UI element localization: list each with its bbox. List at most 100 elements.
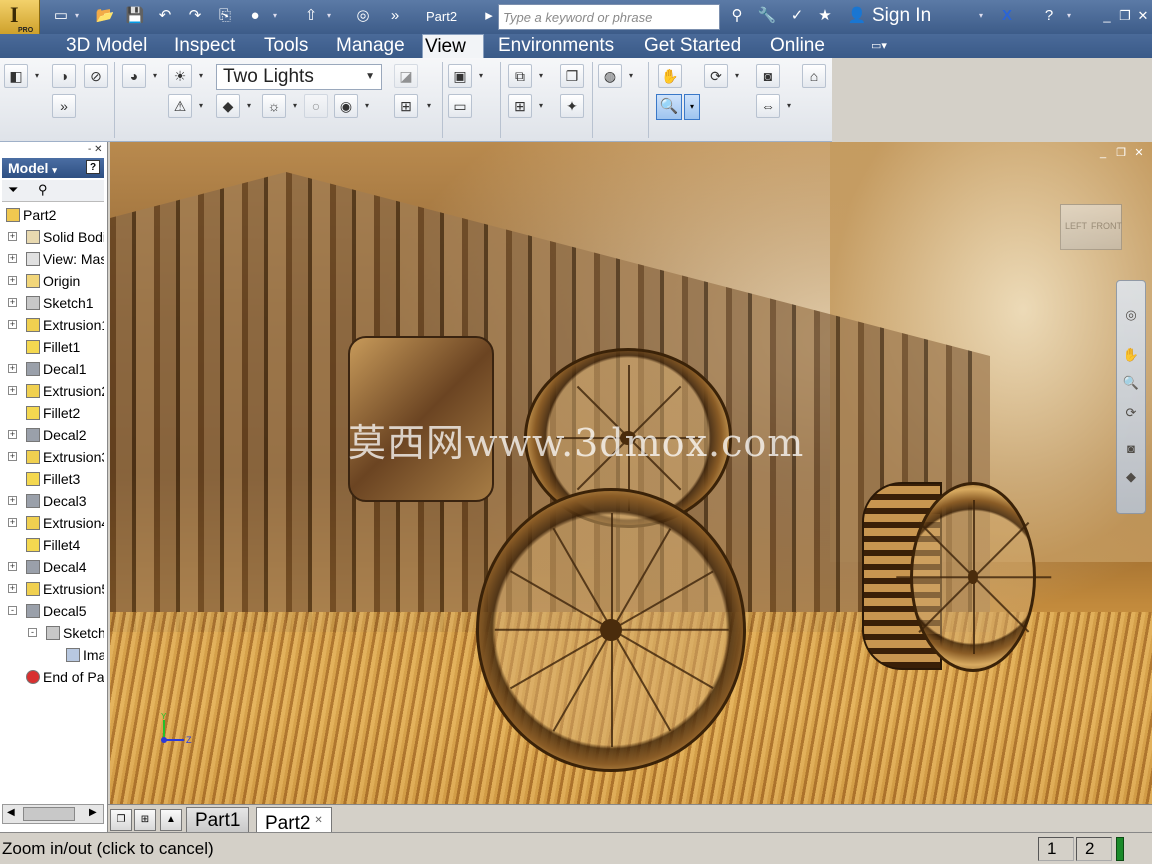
ribbon-minimize-icon[interactable]: ▭▾ [868, 36, 890, 56]
zoom-all-dropdown-icon[interactable]: ▾ [784, 94, 794, 118]
shadows-icon[interactable]: ☀ [168, 64, 192, 88]
expand-icon[interactable]: + [8, 452, 17, 461]
ambient-dropdown-icon[interactable]: ▾ [362, 94, 372, 118]
tree-node[interactable]: Solid Bodies [26, 226, 104, 248]
tree-node[interactable]: Fillet4 [26, 534, 104, 556]
graphics-viewport[interactable]: 莫西网www.3dmox.com _ ❐ ✕ LEFT FRONT ◎ ✋ 🔍 … [110, 142, 1152, 804]
pan-icon[interactable]: ✋ [658, 64, 682, 88]
tree-node[interactable]: Extrusion4 [26, 512, 104, 534]
document-tab-part2[interactable]: Part2 ✕ [256, 807, 332, 834]
scroll-right-icon[interactable]: ▶ [89, 807, 97, 818]
viewport-restore-icon[interactable]: ❐ [1114, 146, 1128, 160]
expand-icon[interactable]: + [8, 364, 17, 373]
viewport-minimize-icon[interactable]: _ [1096, 146, 1110, 160]
tree-node[interactable]: Part2 [6, 204, 104, 226]
tree-node[interactable]: Extrusion1 [26, 314, 104, 336]
arrange-icon[interactable]: ❐ [560, 64, 584, 88]
tree-node[interactable]: Origin [26, 270, 104, 292]
tree-node[interactable]: Decal4 [26, 556, 104, 578]
new-window-icon[interactable]: ✦ [560, 94, 584, 118]
steering-wheel-icon[interactable]: ◍ [598, 64, 622, 88]
tree-node[interactable]: Extrusion2 [26, 380, 104, 402]
tree-node[interactable]: View: Master [26, 248, 104, 270]
sign-in-link[interactable]: Sign In [872, 5, 931, 27]
ambient-occlusion-icon[interactable]: ◉ [334, 94, 358, 118]
tree-node[interactable]: Decal3 [26, 490, 104, 512]
favorites-icon[interactable]: ★ [814, 6, 836, 26]
full-screen-icon[interactable]: ▭ [448, 94, 472, 118]
shadows-dropdown-icon[interactable]: ▾ [196, 64, 206, 88]
ground-plane-dropdown-icon[interactable]: ▾ [244, 94, 254, 118]
subscription-icon[interactable]: 🔧 [756, 6, 778, 26]
tree-node[interactable]: Decal2 [26, 424, 104, 446]
tree-node[interactable]: Fillet2 [26, 402, 104, 424]
find-icon[interactable]: ⚲ [38, 182, 48, 198]
help-dropdown-icon[interactable]: ▾ [1064, 6, 1074, 26]
zoom-dropdown-icon[interactable]: ▾ [684, 94, 700, 120]
reflections-icon[interactable]: ⚠ [168, 94, 192, 118]
full-navigation-wheel-icon[interactable]: ◎ [1121, 305, 1141, 325]
model-wheel-right[interactable] [896, 482, 1052, 672]
tab-get-started[interactable]: Get Started [642, 34, 743, 58]
update-dropdown-icon[interactable]: ▾ [324, 6, 334, 26]
close-tab-icon[interactable]: ✕ [314, 815, 322, 826]
tab-online[interactable]: Online [768, 34, 827, 58]
expand-icon[interactable]: + [8, 584, 17, 593]
reflections-dropdown-icon[interactable]: ▾ [196, 94, 206, 118]
document-tab-part1[interactable]: Part1 [186, 807, 250, 833]
tree-node[interactable]: Sketch6 [46, 622, 104, 644]
redo-icon[interactable]: ↷ [184, 6, 206, 26]
search-expand-icon[interactable]: ▸ [478, 6, 500, 26]
select-mode-icon[interactable]: ● [244, 6, 266, 26]
expand-icon[interactable]: + [8, 232, 17, 241]
tile-icon[interactable]: ⊞ [508, 94, 532, 118]
orbit-dropdown-icon[interactable]: ▾ [732, 64, 742, 88]
tab-inspect[interactable]: Inspect [172, 34, 237, 58]
communication-icon[interactable]: ✓ [786, 6, 808, 26]
tab-environments[interactable]: Environments [496, 34, 616, 58]
select-dropdown-icon[interactable]: ▾ [270, 6, 280, 26]
expand-icon[interactable]: + [8, 518, 17, 527]
tree-node[interactable]: Fillet3 [26, 468, 104, 490]
expand-icon[interactable]: + [8, 496, 17, 505]
tree-node[interactable]: End of Part [26, 666, 104, 688]
tab-3d-model[interactable]: 3D Model [64, 34, 149, 58]
visibility-icon[interactable]: ◧ [4, 64, 28, 88]
minimize-icon[interactable]: _ [1098, 6, 1116, 26]
tile-windows-icon[interactable]: ⊞ [134, 809, 156, 831]
expand-icon[interactable]: + [8, 386, 17, 395]
tab-tools[interactable]: Tools [262, 34, 310, 58]
expand-icon[interactable]: + [8, 298, 17, 307]
viewcube-left-face[interactable]: LEFT [1065, 221, 1087, 231]
zoom-icon[interactable]: 🔍 [656, 94, 682, 120]
material-icon[interactable]: ◎ [352, 6, 374, 26]
browser-help-icon[interactable]: ? [86, 160, 100, 174]
ground-plane-icon[interactable]: ◆ [216, 94, 240, 118]
orthographic-icon[interactable]: ⊞ [394, 94, 418, 118]
expand-icon[interactable]: + [8, 254, 17, 263]
viewport-close-icon[interactable]: ✕ [1132, 146, 1146, 160]
tab-view[interactable]: View [422, 34, 484, 58]
browser-header[interactable]: Model ▾ ? [2, 158, 104, 178]
tree-node[interactable]: Extrusion3 [26, 446, 104, 468]
model-wheel-front[interactable] [476, 488, 746, 772]
help-icon[interactable]: ? [1038, 6, 1060, 26]
user-interface-panel-icon[interactable]: ▣ [448, 64, 472, 88]
texture-icon[interactable]: ○ [304, 94, 328, 118]
lighting-style-select[interactable]: Two Lights ▼ [216, 64, 382, 90]
undo-icon[interactable]: ↶ [154, 6, 176, 26]
nav-orbit-icon[interactable]: ⟳ [1121, 403, 1141, 423]
save-icon[interactable]: 💾 [124, 6, 146, 26]
browser-minimize-icon[interactable]: - ✕ [88, 144, 103, 155]
ray-tracing-dropdown-icon[interactable]: ▾ [290, 94, 300, 118]
look-at-icon[interactable]: ◙ [756, 64, 780, 88]
search-input[interactable] [499, 5, 719, 29]
collapse-icon[interactable]: - [28, 628, 37, 637]
more-icon[interactable]: » [384, 6, 406, 26]
tile-dropdown-icon[interactable]: ▾ [536, 94, 546, 118]
expand-icon[interactable]: + [8, 276, 17, 285]
zoom-all-icon[interactable]: ⇔ [756, 94, 780, 118]
open-folder-icon[interactable]: 📂 [94, 6, 116, 26]
sign-in-dropdown-icon[interactable]: ▾ [976, 6, 986, 26]
tree-node[interactable]: Extrusion5 [26, 578, 104, 600]
